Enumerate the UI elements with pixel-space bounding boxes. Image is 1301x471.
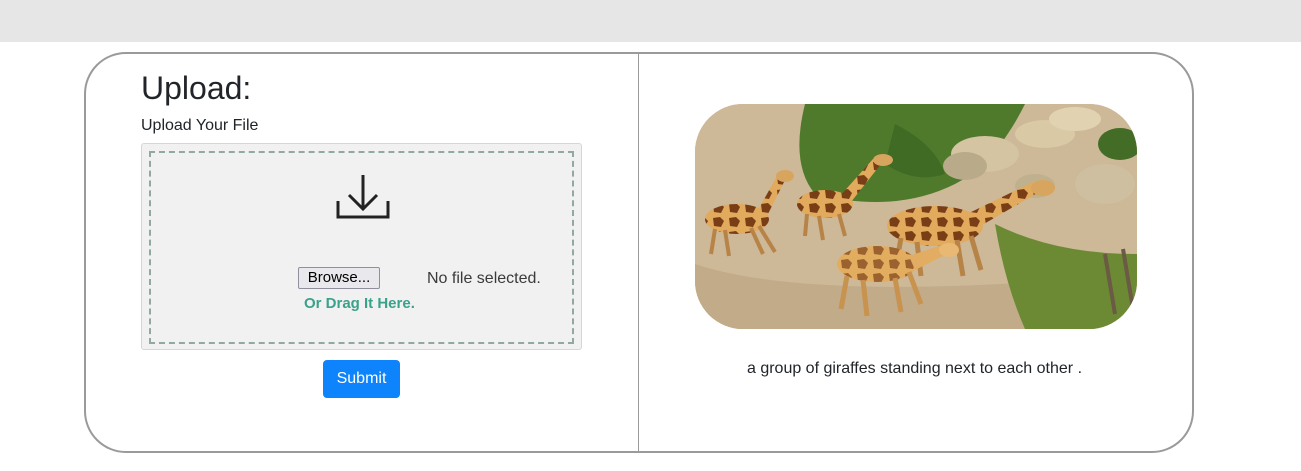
upload-label: Upload Your File — [141, 117, 259, 134]
result-image — [695, 104, 1137, 329]
page-title: Upload: — [141, 70, 252, 106]
column-divider — [638, 54, 639, 451]
submit-button[interactable]: Submit — [323, 360, 400, 398]
upload-card: Upload: Upload Your File Browse... No fi… — [84, 52, 1194, 453]
giraffe-photo-illustration — [695, 104, 1137, 329]
image-caption: a group of giraffes standing next to eac… — [746, 360, 1083, 377]
file-status-text: No file selected. — [427, 270, 541, 287]
drag-hint-text: Or Drag It Here. — [304, 295, 415, 312]
top-bar — [0, 0, 1301, 42]
dropzone-dashed-area[interactable]: Browse... No file selected. Or Drag It H… — [149, 151, 574, 344]
dropzone[interactable]: Browse... No file selected. Or Drag It H… — [141, 143, 582, 350]
download-icon — [336, 175, 390, 219]
browse-button[interactable]: Browse... — [298, 267, 380, 289]
